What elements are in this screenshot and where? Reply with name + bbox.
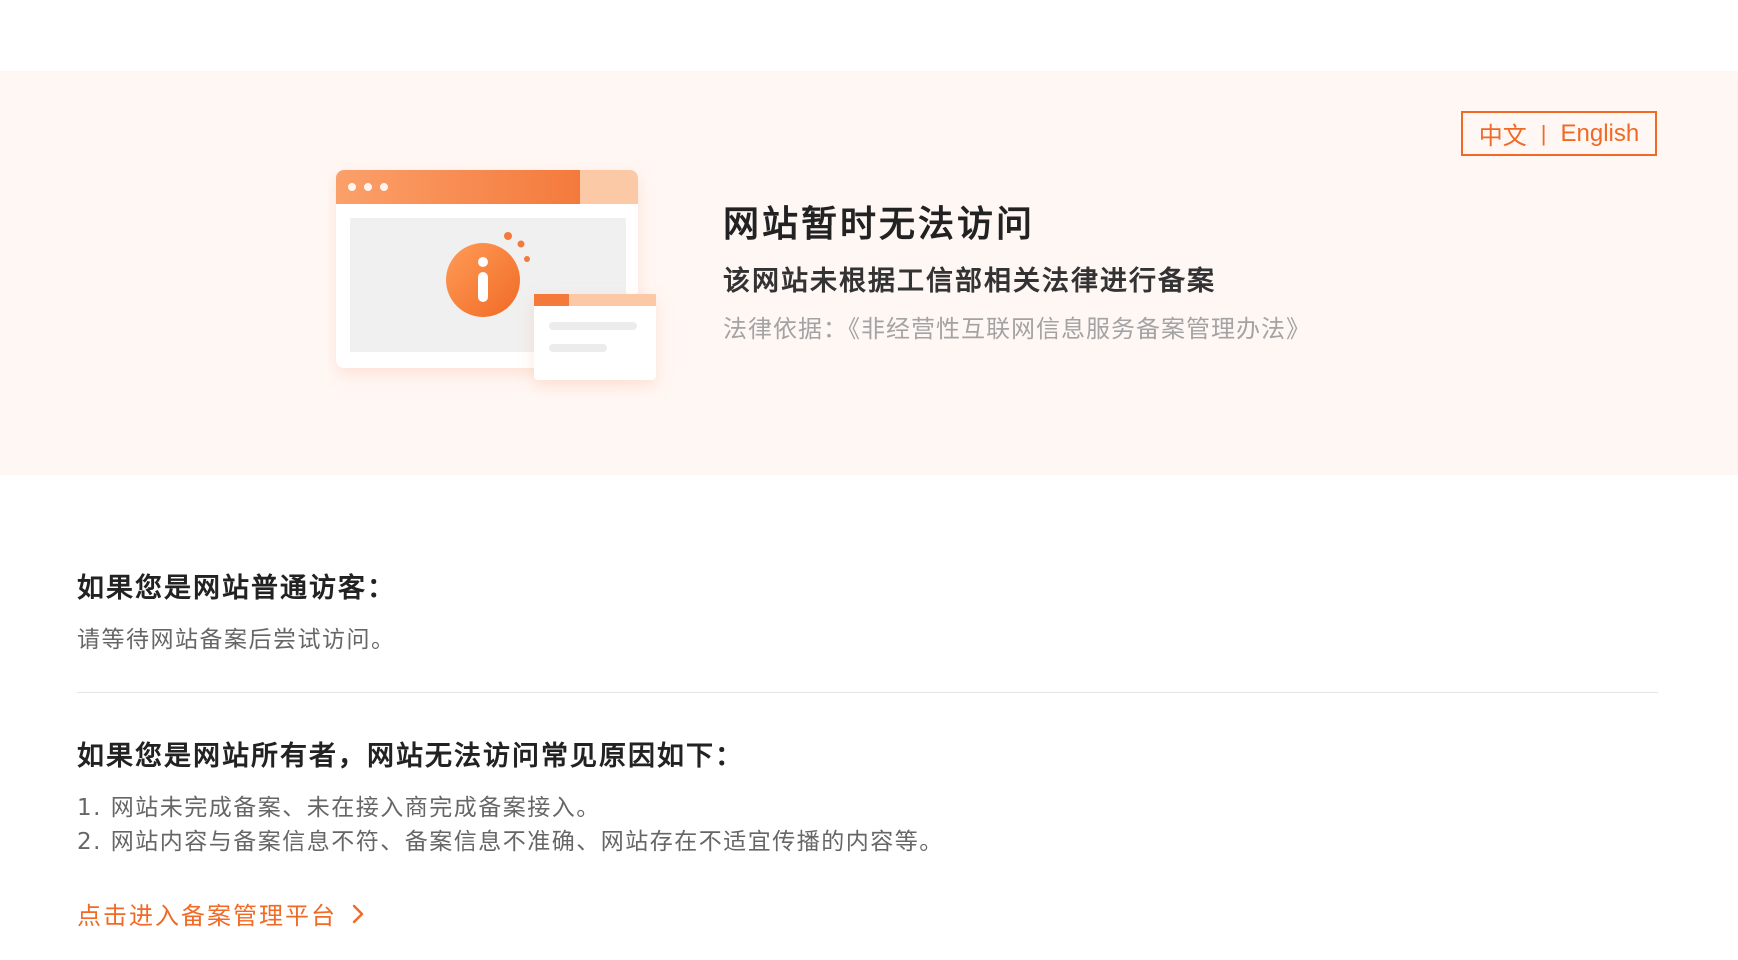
filing-platform-link[interactable]: 点击进入备案管理平台 <box>77 896 369 931</box>
owner-heading: 如果您是网站所有者，网站无法访问常见原因如下： <box>77 741 744 772</box>
legal-basis: 法律依据：《非经营性互联网信息服务备案管理办法》 <box>723 315 1311 343</box>
lang-separator: | <box>1540 120 1547 146</box>
visitor-text: 请等待网站备案后尝试访问。 <box>77 627 396 653</box>
page-subtitle: 该网站未根据工信部相关法律进行备案 <box>723 266 1216 297</box>
browser-window-illustration <box>336 170 656 380</box>
page-title: 网站暂时无法访问 <box>723 204 1036 245</box>
divider <box>77 692 1658 693</box>
visitor-heading: 如果您是网站普通访客： <box>77 573 396 604</box>
filing-platform-link-label: 点击进入备案管理平台 <box>77 902 337 930</box>
owner-reason-item: 1. 网站未完成备案、未在接入商完成备案接入。 <box>77 795 601 821</box>
owner-reason-item: 2. 网站内容与备案信息不符、备案信息不准确、网站存在不适宜传播的内容等。 <box>77 829 944 855</box>
lang-zh-link[interactable]: 中文 <box>1479 116 1527 151</box>
language-switcher: 中文 | English <box>1461 111 1657 156</box>
lang-en-link[interactable]: English <box>1561 120 1640 148</box>
chevron-right-icon <box>352 904 364 923</box>
